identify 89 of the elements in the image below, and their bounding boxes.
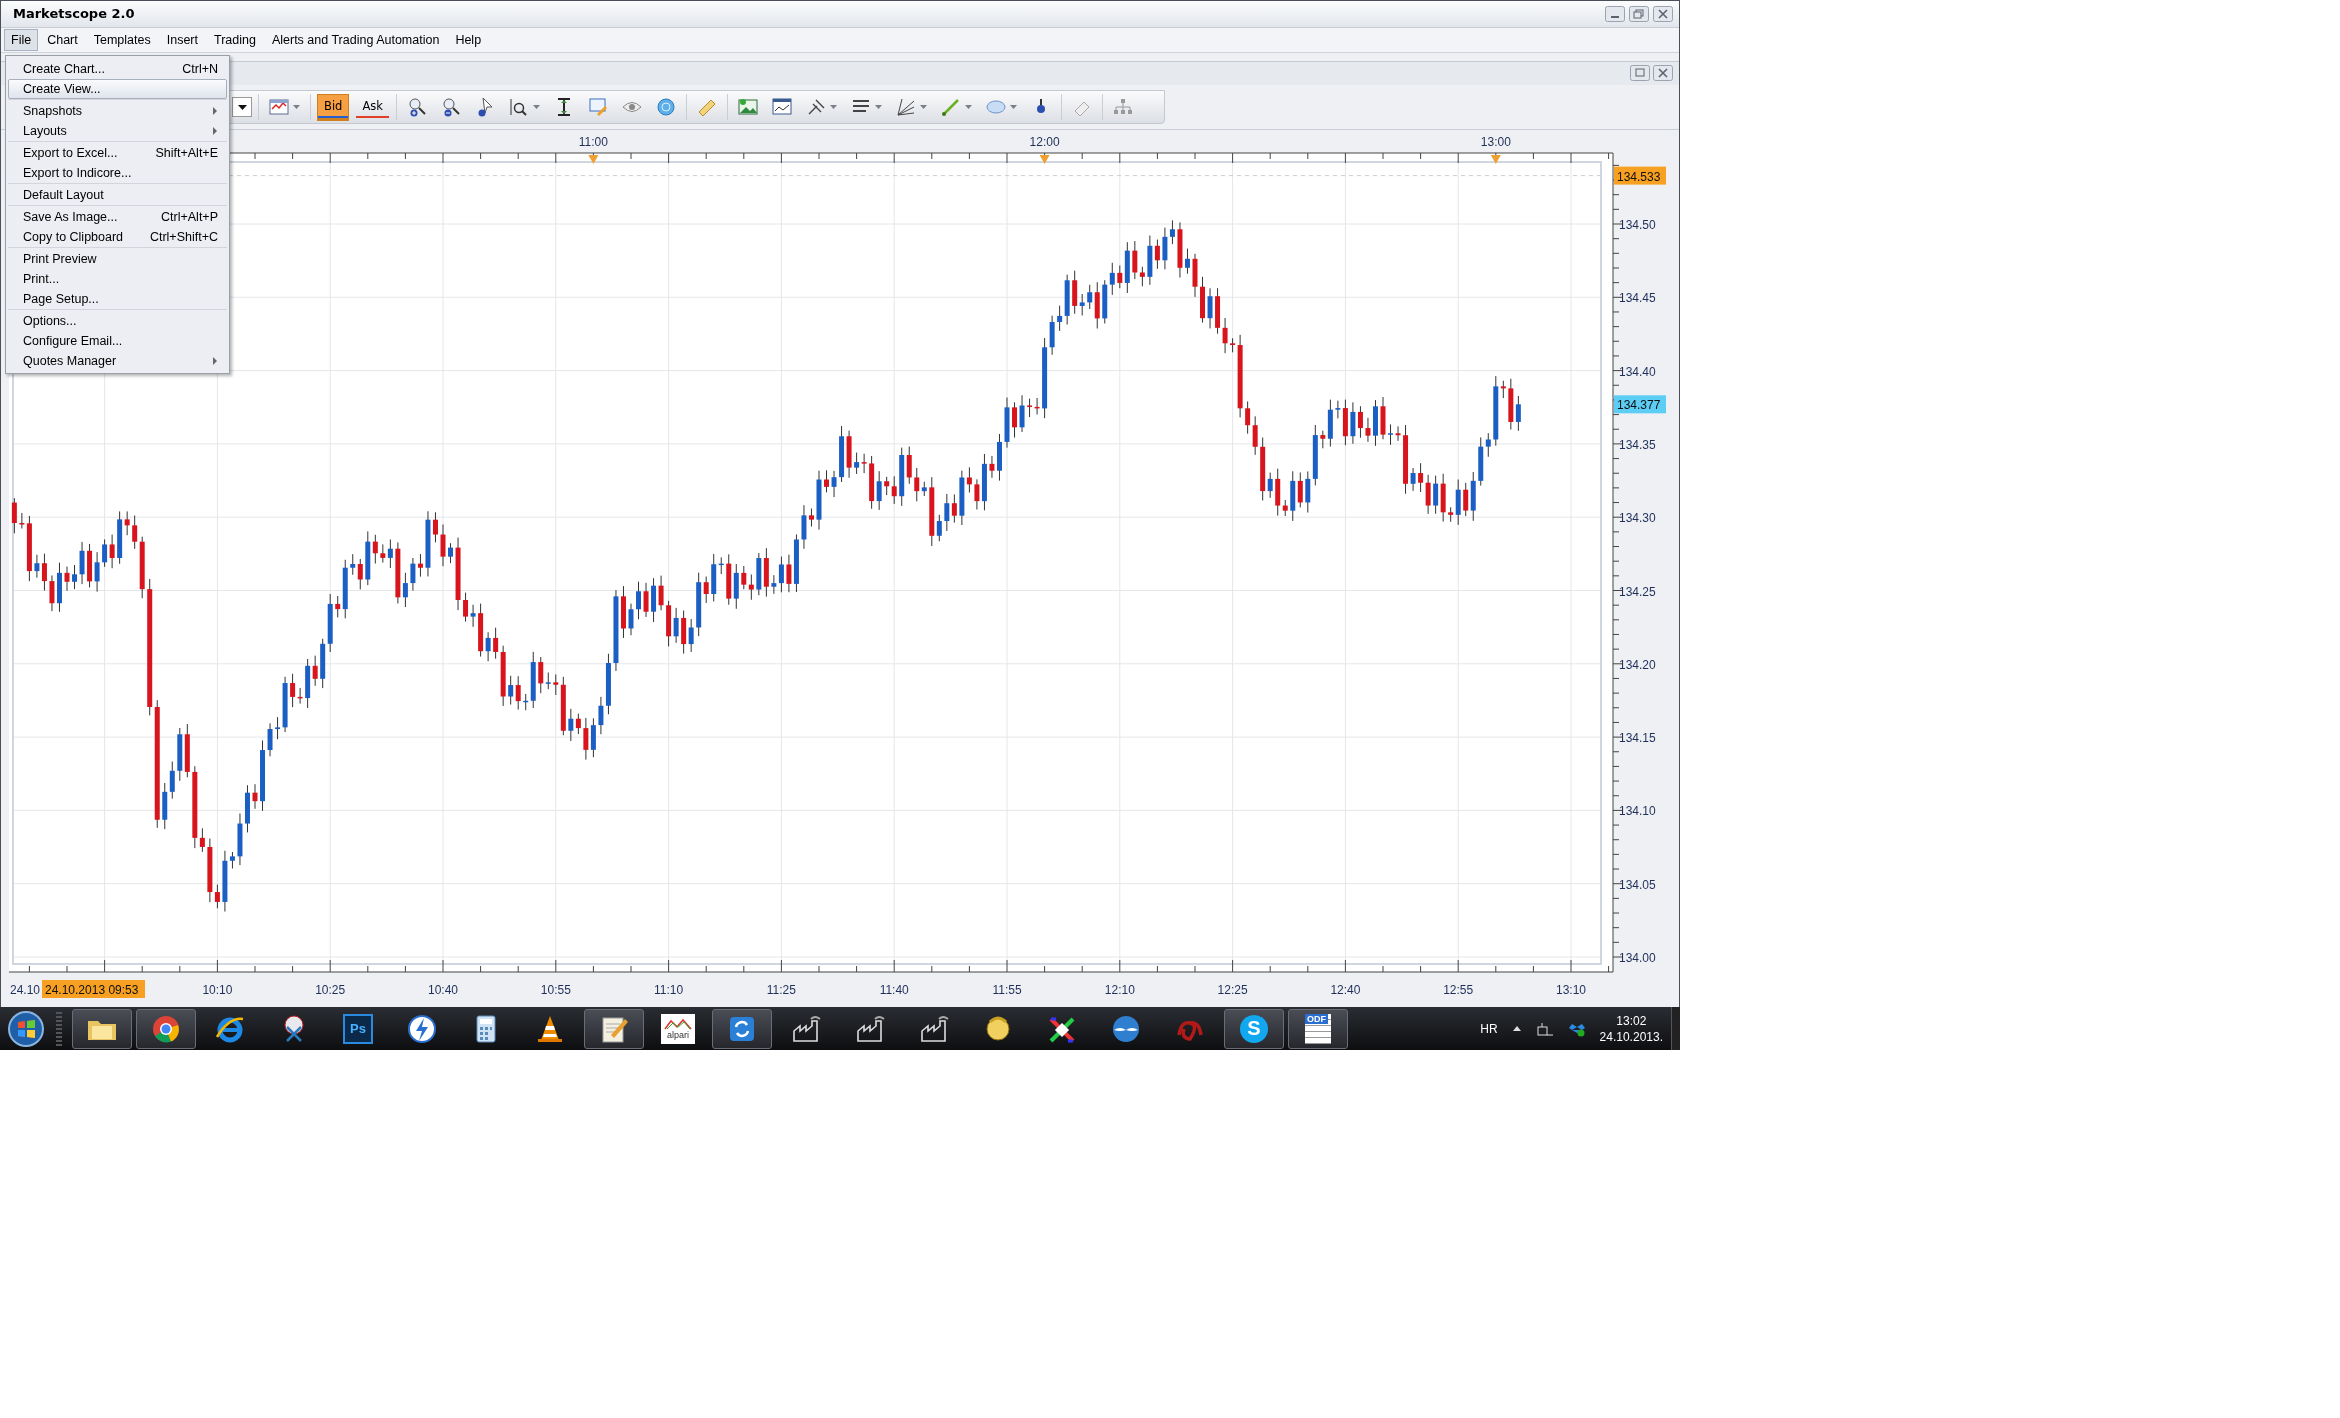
date-label: 24.10	[10, 983, 41, 997]
tray-arrow-icon[interactable]	[1511, 1024, 1522, 1033]
price-label: 134.50	[1619, 218, 1656, 232]
price-label: 134.35	[1619, 437, 1656, 452]
menu-item[interactable]: Trading	[207, 28, 263, 51]
time-label: 11:25	[766, 983, 796, 997]
taskbar-button[interactable]	[584, 1008, 644, 1049]
menu-item[interactable]: Copy to Clipboard Ctrl+Shift+C	[8, 227, 227, 247]
menu-item[interactable]: Default Layout	[8, 185, 227, 205]
marker-icon	[588, 155, 599, 164]
start-orb-icon[interactable]	[7, 1009, 45, 1048]
price-label: 134.40	[1619, 364, 1656, 379]
shortcut-label: Ctrl+N	[182, 62, 218, 76]
menu-item[interactable]: Help	[448, 28, 489, 51]
window-title: Marketscope 2.0	[13, 6, 135, 22]
photoshop-icon[interactable]: Ps	[343, 1013, 373, 1044]
price-label: 134.05	[1619, 877, 1656, 892]
menu-item[interactable]: Export to Excel... Shift+Alt+E	[8, 143, 227, 163]
price-badge: 134.533	[1614, 166, 1666, 185]
time-label: 12:10	[1104, 983, 1135, 997]
price-label: 134.10	[1619, 804, 1656, 819]
menu-item[interactable]: Print...	[8, 269, 227, 289]
price-label: 134.20	[1619, 657, 1656, 672]
network-icon[interactable]	[1535, 1020, 1554, 1037]
menu-item[interactable]: Create Chart... Ctrl+N	[8, 59, 227, 79]
shortcut-label: Ctrl+Shift+C	[149, 230, 218, 244]
lightning-icon	[405, 1012, 439, 1045]
price-label: 134.45	[1619, 291, 1656, 306]
menu-item[interactable]: Insert	[159, 28, 205, 51]
time-label: 10:55	[540, 983, 571, 997]
spreadsheet-icon[interactable]: ODF	[1305, 1013, 1331, 1044]
taskbar-button[interactable]	[136, 1008, 196, 1049]
menu-item[interactable]: Print Preview	[8, 249, 227, 269]
taskbar-button[interactable]: ODF	[1288, 1008, 1348, 1049]
price-label: 134.30	[1619, 511, 1656, 526]
price-label: 134.15	[1619, 731, 1656, 746]
minimize-icon[interactable]	[1605, 5, 1625, 22]
menu-item[interactable]: Create View...	[8, 79, 227, 99]
price-toggle[interactable]: Ask	[355, 93, 390, 121]
menu-item[interactable]: Save As Image... Ctrl+Alt+P	[8, 207, 227, 227]
menu-item[interactable]: Templates	[86, 28, 158, 51]
taskbar-button[interactable]: alpari	[648, 1008, 708, 1049]
menu-item[interactable]: File	[4, 28, 39, 51]
time-label: 11:40	[879, 983, 909, 997]
shortcut-label: Shift+Alt+E	[155, 146, 218, 160]
alpari-logo[interactable]: alpari	[661, 1013, 695, 1044]
caret-icon	[237, 103, 247, 112]
clock[interactable]: 13:02 24.10.2013.	[1599, 1012, 1663, 1045]
language-indicator[interactable]: HR	[1480, 1021, 1498, 1036]
price-label: 134.00	[1619, 951, 1656, 965]
menu-item[interactable]: Configure Email...	[8, 331, 227, 351]
menu-item[interactable]: Alerts and Trading Automation	[264, 28, 447, 51]
line-icon[interactable]	[939, 96, 962, 119]
marker-icon	[1490, 155, 1501, 164]
taskbar-button[interactable]	[72, 1008, 132, 1049]
submenu-arrow-icon	[212, 356, 218, 366]
restore-icon[interactable]	[1629, 5, 1649, 22]
time-label: 12:55	[1443, 983, 1474, 997]
time-label: 10:40	[428, 983, 458, 997]
globe-icon[interactable]	[654, 96, 677, 119]
taskbar-button[interactable]	[712, 1008, 772, 1049]
menu-item[interactable]: Options...	[8, 311, 227, 331]
menu-item[interactable]: Export to Indicore...	[8, 163, 227, 183]
time-label: 12:25	[1217, 983, 1248, 997]
taskbar-button[interactable]: Ps	[328, 1008, 388, 1049]
time-label: 12:40	[1330, 983, 1361, 997]
time-label: 11:00	[578, 135, 608, 149]
menu-item[interactable]: Page Setup...	[8, 289, 227, 309]
price-toggle[interactable]: Bid	[317, 93, 350, 121]
time-label: 11:10	[654, 983, 684, 997]
close-icon[interactable]	[1653, 65, 1673, 82]
menu-item[interactable]: Quotes Manager	[8, 351, 227, 371]
shortcut-label: Ctrl+Alt+P	[161, 210, 218, 224]
marker-icon	[1039, 155, 1050, 164]
time-label: 13:00	[1480, 135, 1511, 149]
time-label: 10:25	[315, 983, 346, 997]
menu-item[interactable]: Chart	[40, 28, 85, 51]
fan-icon[interactable]	[894, 96, 917, 119]
time-label: 11:55	[992, 983, 1022, 997]
dropdown-button[interactable]	[232, 97, 252, 118]
price-label: 134.25	[1619, 584, 1656, 599]
menu-item[interactable]: Snapshots	[8, 101, 227, 121]
price-badge: 134.377	[1614, 395, 1666, 414]
menu-item[interactable]: Layouts	[8, 121, 227, 141]
time-label: 13:10	[1556, 983, 1586, 997]
cursor-badge: 24.10.2013 09:53	[42, 980, 145, 998]
time-label: 12:00	[1029, 135, 1060, 149]
close-icon[interactable]	[1653, 5, 1673, 22]
time-label: 10:10	[202, 983, 233, 997]
